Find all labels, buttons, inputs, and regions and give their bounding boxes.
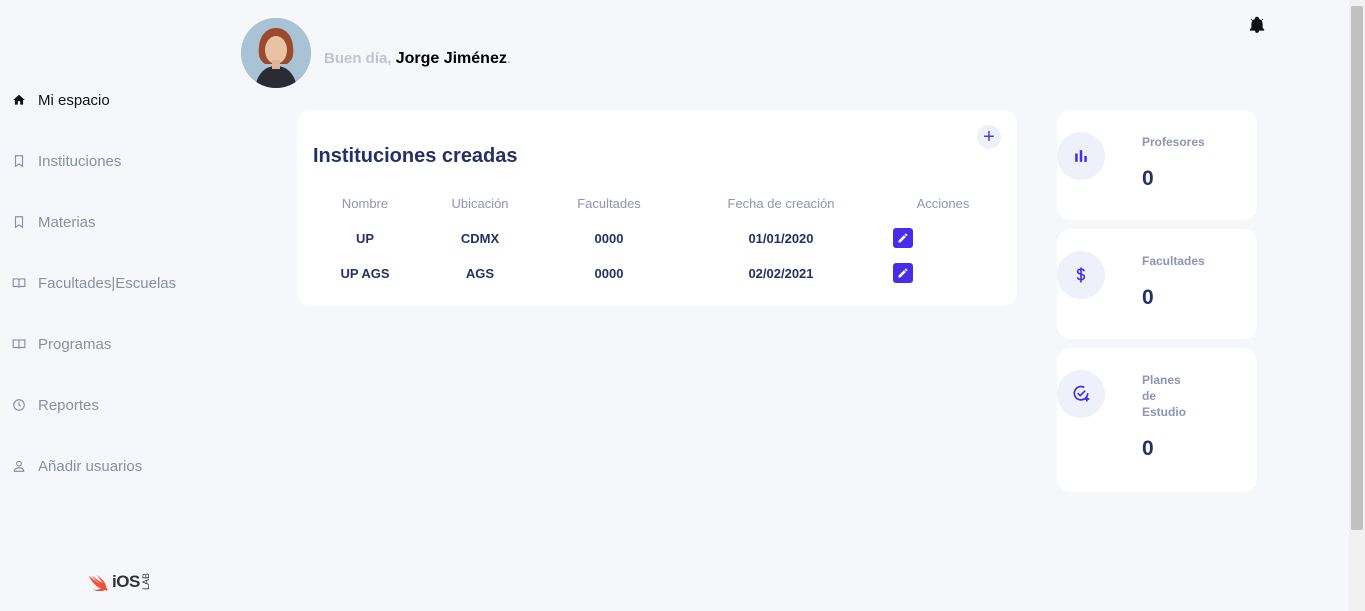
instituciones-card: Instituciones creadas + Nombre Ubicación…	[297, 110, 1017, 306]
greeting-hello: Buen día,	[324, 50, 392, 67]
sidebar-item-label: Reportes	[38, 396, 99, 414]
cell-ubicacion: AGS	[465, 266, 495, 281]
stat-label: Facultades	[1142, 254, 1205, 268]
sidebar-item-label: Programas	[38, 335, 112, 353]
stat-label: Planes de Estudio	[1142, 372, 1186, 420]
logo-text: iOS	[112, 572, 140, 591]
cell-facultades: 0000	[594, 231, 624, 246]
bookmark-icon	[12, 215, 26, 229]
greeting: Buen día, Jorge Jiménez.	[324, 50, 511, 68]
sidebar-item-label: Mi espacio	[38, 91, 110, 109]
stat-label-line: Estudio	[1142, 405, 1186, 419]
check-add-icon	[1057, 370, 1105, 418]
pencil-icon	[898, 268, 908, 278]
home-icon	[12, 93, 26, 107]
edit-button[interactable]	[893, 228, 913, 248]
stat-card-facultades: Facultades 0	[1057, 229, 1257, 339]
stat-label-line: de	[1142, 389, 1157, 403]
sidebar-item-instituciones[interactable]: Instituciones	[12, 149, 121, 173]
stat-value: 0	[1142, 437, 1154, 460]
column-header-ubicacion: Ubicación	[451, 196, 509, 211]
column-header-acciones: Acciones	[916, 196, 970, 211]
sidebar-item-anadir-usuarios[interactable]: Añadir usuarios	[12, 454, 142, 478]
sidebar: Mi espacio Instituciones Materias Facult…	[0, 0, 230, 611]
stat-value: 0	[1142, 167, 1154, 190]
stat-card-profesores: Profesores 0	[1057, 110, 1257, 220]
cell-facultades: 0000	[594, 266, 624, 281]
stat-card-planes-de-estudio: Planes de Estudio 0	[1057, 348, 1257, 492]
ios-lab-logo: iOS LAB	[88, 572, 151, 592]
cell-fecha: 02/02/2021	[748, 266, 814, 281]
stat-value: 0	[1142, 286, 1154, 309]
column-header-facultades: Facultades	[577, 196, 641, 211]
column-header-nombre: Nombre	[341, 196, 389, 211]
logo-sub: LAB	[140, 573, 151, 591]
bookmark-icon	[12, 154, 26, 168]
sidebar-item-label: Materias	[38, 213, 96, 231]
dollar-icon	[1057, 251, 1105, 299]
cell-nombre: UP AGS	[340, 266, 390, 281]
swift-logo-icon	[89, 574, 108, 591]
pencil-icon	[898, 233, 908, 243]
vertical-scrollbar[interactable]	[1349, 0, 1365, 611]
scrollbar-thumb[interactable]	[1351, 6, 1363, 530]
edit-button[interactable]	[893, 263, 913, 283]
card-title: Instituciones creadas	[313, 145, 518, 167]
bar-chart-icon	[1057, 132, 1105, 180]
greeting-trail: .	[506, 50, 512, 67]
cell-nombre: UP	[355, 231, 375, 246]
sidebar-item-programas[interactable]: Programas	[12, 332, 111, 356]
book-icon	[12, 337, 26, 351]
stat-label: Profesores	[1142, 135, 1205, 149]
cell-ubicacion: CDMX	[460, 231, 500, 246]
avatar-portrait-icon	[241, 18, 311, 88]
sidebar-item-reportes[interactable]: Reportes	[12, 393, 99, 417]
clock-icon	[12, 398, 26, 412]
sidebar-item-label: Facultades|Escuelas	[38, 274, 177, 292]
sidebar-item-label: Instituciones	[38, 152, 122, 170]
sidebar-item-label: Añadir usuarios	[38, 457, 143, 475]
column-header-fecha: Fecha de creación	[727, 196, 835, 211]
user-name: Jorge Jiménez	[395, 50, 507, 67]
user-icon	[12, 459, 26, 473]
add-institution-button[interactable]: +	[977, 125, 1001, 149]
avatar[interactable]	[241, 18, 311, 88]
notifications-bell-icon[interactable]	[1248, 16, 1266, 34]
book-icon	[12, 276, 26, 290]
sidebar-item-facultades-escuelas[interactable]: Facultades|Escuelas	[12, 271, 176, 295]
sidebar-item-materias[interactable]: Materias	[12, 210, 96, 234]
sidebar-item-mi-espacio[interactable]: Mi espacio	[12, 88, 110, 112]
stat-label-line: Planes	[1142, 373, 1181, 387]
cell-fecha: 01/01/2020	[748, 231, 814, 246]
